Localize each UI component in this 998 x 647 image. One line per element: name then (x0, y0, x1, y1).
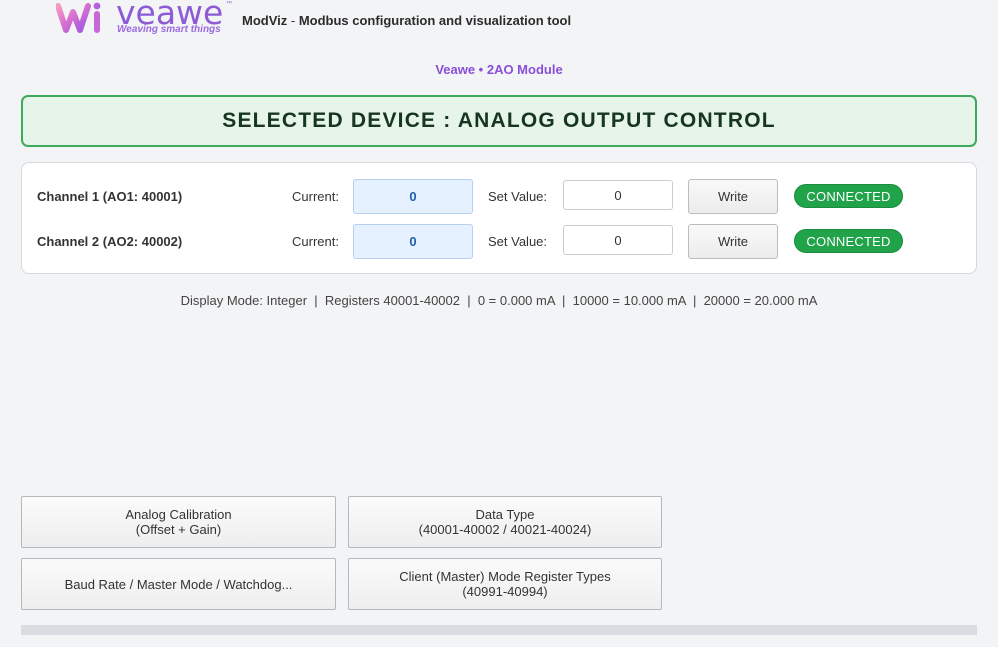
set-value-input[interactable] (563, 225, 673, 255)
button-line-2: (40991-40994) (462, 584, 548, 599)
write-button[interactable]: Write (688, 224, 778, 259)
logo-tagline: Weaving smart things (117, 24, 221, 35)
channel-name: Channel 1 (AO1: 40001) (37, 189, 183, 204)
set-value-label: Set Value: (488, 234, 548, 249)
status-badge: CONNECTED (794, 184, 903, 208)
app-header: veawe ™ Weaving smart things ModViz - Mo… (0, 0, 998, 40)
veawe-logo-icon (56, 2, 101, 33)
button-line-2: (Offset + Gain) (135, 522, 222, 537)
channel-row-2: Channel 2 (AO2: 40002) Current: 0 Set Va… (22, 224, 978, 260)
button-line-2: (40001-40002 / 40021-40024) (418, 522, 592, 537)
current-label: Current: (292, 234, 339, 249)
current-label: Current: (292, 189, 339, 204)
app-description: Modbus configuration and visualization t… (298, 13, 572, 28)
client-master-mode-button[interactable]: Client (Master) Mode Register Types (409… (348, 558, 662, 610)
current-value: 0 (353, 224, 473, 259)
channel-name: Channel 2 (AO2: 40002) (37, 234, 183, 249)
channel-row-1: Channel 1 (AO1: 40001) Current: 0 Set Va… (22, 179, 978, 215)
button-line-1: Analog Calibration (125, 507, 232, 522)
selected-device-banner: SELECTED DEVICE : ANALOG OUTPUT CONTROL (21, 95, 977, 147)
bottom-scrollbar[interactable] (21, 625, 977, 635)
set-value-input[interactable] (563, 180, 673, 210)
display-mode-info: Display Mode: Integer | Registers 40001-… (180, 293, 818, 308)
data-type-button[interactable]: Data Type (40001-40002 / 40021-40024) (348, 496, 662, 548)
app-title-separator: - (287, 13, 299, 28)
channels-panel: Channel 1 (AO1: 40001) Current: 0 Set Va… (21, 162, 977, 274)
app-name: ModViz (242, 13, 288, 28)
status-badge: CONNECTED (794, 229, 903, 253)
banner-title: SELECTED DEVICE : ANALOG OUTPUT CONTROL (222, 109, 776, 132)
app-title: ModViz - Modbus configuration and visual… (242, 13, 571, 28)
set-value-label: Set Value: (488, 189, 548, 204)
button-line-1: Baud Rate / Master Mode / Watchdog... (64, 576, 293, 592)
button-line-1: Data Type (475, 507, 535, 522)
write-button[interactable]: Write (688, 179, 778, 214)
veawe-logo: veawe ™ Weaving smart things (56, 0, 232, 38)
current-value: 0 (353, 179, 473, 214)
logo-trademark: ™ (226, 1, 232, 7)
analog-calibration-button[interactable]: Analog Calibration (Offset + Gain) (21, 496, 336, 548)
button-line-1: Client (Master) Mode Register Types (399, 569, 611, 584)
baud-rate-button[interactable]: Baud Rate / Master Mode / Watchdog... (21, 558, 336, 610)
module-label: Veawe • 2AO Module (435, 62, 563, 77)
